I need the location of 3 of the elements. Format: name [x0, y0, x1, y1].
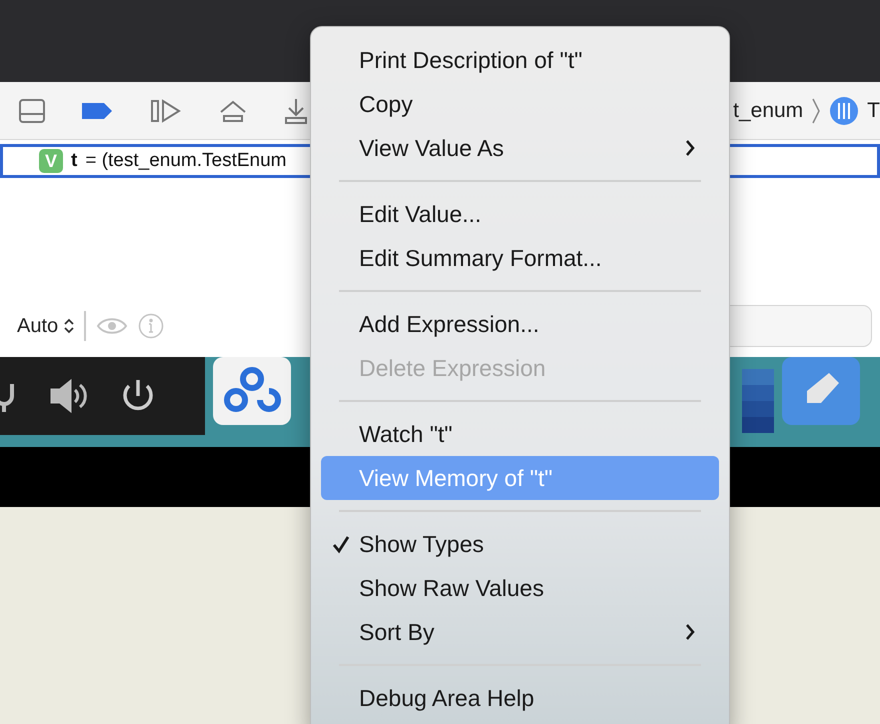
variable-value: = (test_enum.TestEnum: [85, 150, 287, 172]
variable-badge: V: [39, 149, 63, 173]
variable-name: t: [71, 150, 78, 172]
